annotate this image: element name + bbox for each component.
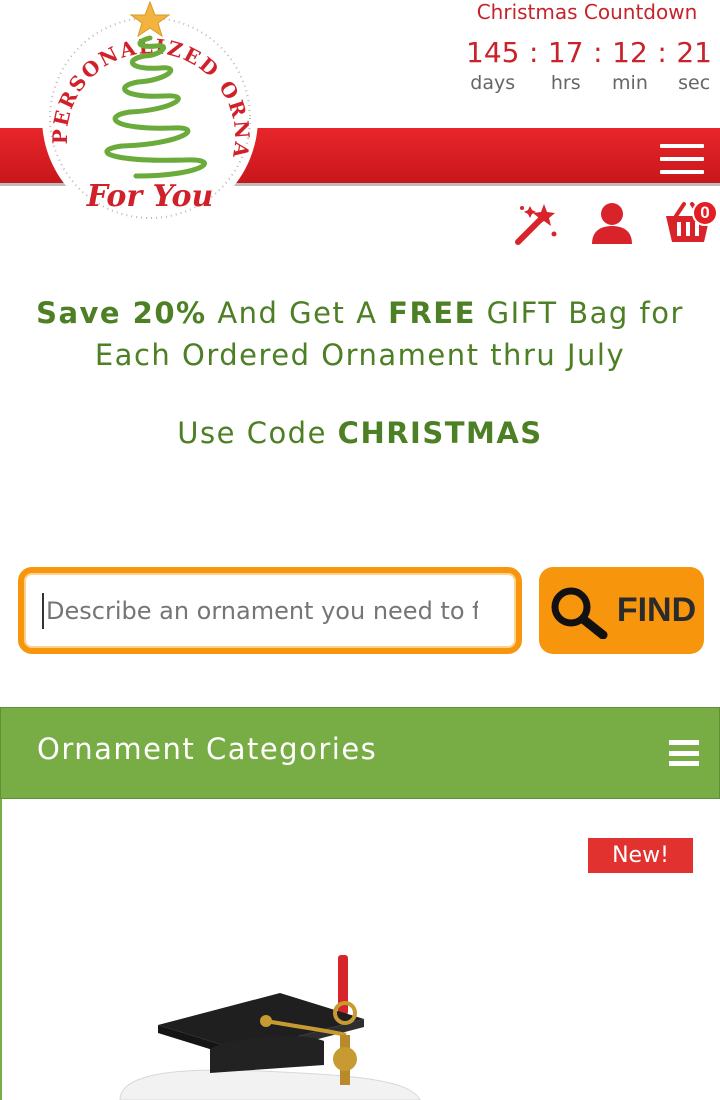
menu-bar: [660, 144, 704, 148]
logo-tagline: For You: [86, 179, 214, 214]
magic-wand-icon[interactable]: [512, 198, 560, 246]
promo-text: GIFT Bag for: [475, 296, 684, 330]
find-button[interactable]: FIND: [539, 567, 704, 654]
promo-code-prefix: Use Code: [177, 416, 338, 450]
countdown-hours-label: hrs: [550, 72, 581, 94]
countdown-hours-value: 17: [547, 36, 584, 69]
countdown-minutes-value: 12: [612, 36, 648, 69]
cart-count-badge: 0: [692, 200, 718, 226]
countdown-seconds: 21 sec: [676, 36, 712, 94]
promo-discount: Save 20%: [36, 296, 207, 330]
categories-title: Ornament Categories: [37, 732, 378, 766]
header-icon-row: 0: [512, 198, 718, 246]
countdown-minutes-label: min: [612, 72, 648, 94]
countdown-seconds-label: sec: [678, 72, 711, 94]
countdown-separator: :: [593, 36, 603, 69]
countdown-days: 145 days: [466, 36, 519, 94]
cart-icon[interactable]: 0: [664, 198, 718, 246]
promo-banner: Save 20% And Get A FREE GIFT Bag for Eac…: [0, 292, 720, 376]
countdown-seconds-value: 21: [676, 36, 712, 69]
countdown-days-value: 145: [466, 36, 520, 69]
promo-line-1: Save 20% And Get A FREE GIFT Bag for: [0, 292, 720, 334]
new-badge: New!: [588, 838, 693, 873]
site-logo[interactable]: PERSONALIZED ORNAMENTS For You: [34, 0, 266, 228]
menu-bar: [660, 157, 704, 161]
categories-header[interactable]: Ornament Categories: [0, 707, 720, 799]
product-image[interactable]: [110, 955, 430, 1100]
promo-code-line: Use Code CHRISTMAS: [0, 416, 720, 450]
main-menu-button[interactable]: [660, 144, 704, 174]
find-button-label: FIND: [616, 591, 697, 629]
countdown-days-label: days: [470, 72, 516, 94]
promo-code: CHRISTMAS: [337, 416, 543, 450]
search-icon: [551, 587, 608, 639]
menu-bar: [660, 170, 704, 174]
search-input[interactable]: [42, 593, 498, 629]
countdown-minutes: 12 min: [612, 36, 648, 94]
menu-bar: [669, 750, 699, 756]
promo-text: And Get A: [206, 296, 389, 330]
countdown-separator: :: [657, 36, 667, 69]
menu-bar: [669, 761, 699, 766]
menu-bar: [669, 740, 699, 745]
categories-menu-icon[interactable]: [669, 740, 699, 766]
promo-free: FREE: [388, 296, 476, 330]
countdown-separator: :: [528, 36, 539, 69]
promo-line-2: Each Ordered Ornament thru July: [94, 338, 626, 372]
countdown-hours: 17 hrs: [548, 36, 584, 94]
countdown-title: Christmas Countdown: [476, 0, 698, 24]
countdown-timer: 145 days : 17 hrs : 12 min : 21 sec: [466, 36, 712, 94]
search-box: [18, 567, 522, 654]
user-icon[interactable]: [588, 198, 636, 246]
